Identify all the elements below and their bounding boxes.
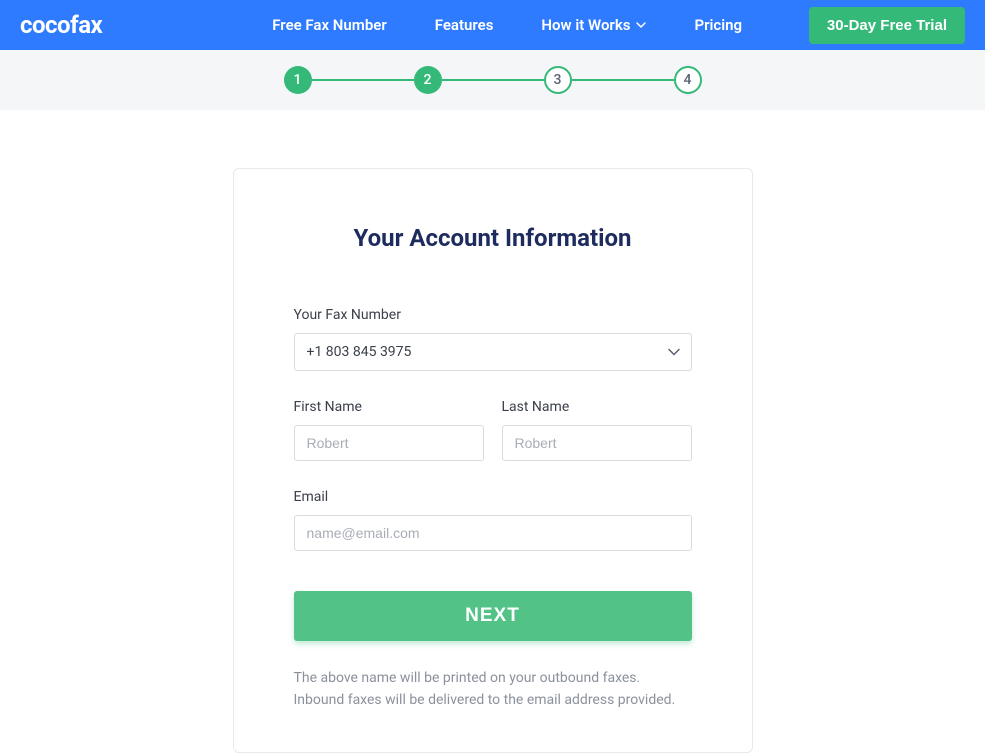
first-name-col: First Name xyxy=(294,399,484,461)
nav-features[interactable]: Features xyxy=(435,16,494,34)
step-3: 3 xyxy=(544,66,572,94)
last-name-col: Last Name xyxy=(502,399,692,461)
content: Your Account Information Your Fax Number… xyxy=(0,110,985,753)
step-2: 2 xyxy=(414,66,442,94)
last-name-input[interactable] xyxy=(502,425,692,461)
connector xyxy=(312,79,414,81)
nav-free-fax-label: Free Fax Number xyxy=(272,16,386,34)
stepper-bar: 1 2 3 4 xyxy=(0,50,985,110)
connector xyxy=(572,79,674,81)
connector xyxy=(442,79,544,81)
email-group: Email xyxy=(294,489,692,551)
header: cocofax Free Fax Number Features How it … xyxy=(0,0,985,50)
first-name-label: First Name xyxy=(294,399,484,415)
disclaimer-line-1: The above name will be printed on your o… xyxy=(294,667,692,689)
disclaimer-line-2: Inbound faxes will be delivered to the e… xyxy=(294,689,692,711)
first-name-input[interactable] xyxy=(294,425,484,461)
fax-number-label: Your Fax Number xyxy=(294,307,692,323)
nav-features-label: Features xyxy=(435,16,494,34)
next-button[interactable]: NEXT xyxy=(294,591,692,641)
fax-number-group: Your Fax Number +1 803 845 3975 xyxy=(294,307,692,371)
nav: Free Fax Number Features How it Works Pr… xyxy=(272,16,742,34)
stepper: 1 2 3 4 xyxy=(284,66,702,94)
email-label: Email xyxy=(294,489,692,505)
disclaimer: The above name will be printed on your o… xyxy=(294,667,692,712)
name-row: First Name Last Name xyxy=(294,399,692,461)
form-card: Your Account Information Your Fax Number… xyxy=(233,168,753,753)
nav-free-fax[interactable]: Free Fax Number xyxy=(272,16,386,34)
nav-how-it-works-label: How it Works xyxy=(541,16,630,34)
step-4: 4 xyxy=(674,66,702,94)
chevron-down-icon xyxy=(636,22,646,28)
nav-how-it-works[interactable]: How it Works xyxy=(541,16,646,34)
step-1: 1 xyxy=(284,66,312,94)
last-name-label: Last Name xyxy=(502,399,692,415)
logo[interactable]: cocofax xyxy=(20,11,102,39)
email-input[interactable] xyxy=(294,515,692,551)
nav-pricing-label: Pricing xyxy=(694,16,742,34)
fax-number-select[interactable]: +1 803 845 3975 xyxy=(294,333,692,371)
fax-number-select-wrapper: +1 803 845 3975 xyxy=(294,333,692,371)
nav-pricing[interactable]: Pricing xyxy=(694,16,742,34)
free-trial-button[interactable]: 30-Day Free Trial xyxy=(809,7,965,44)
form-title: Your Account Information xyxy=(294,224,692,252)
